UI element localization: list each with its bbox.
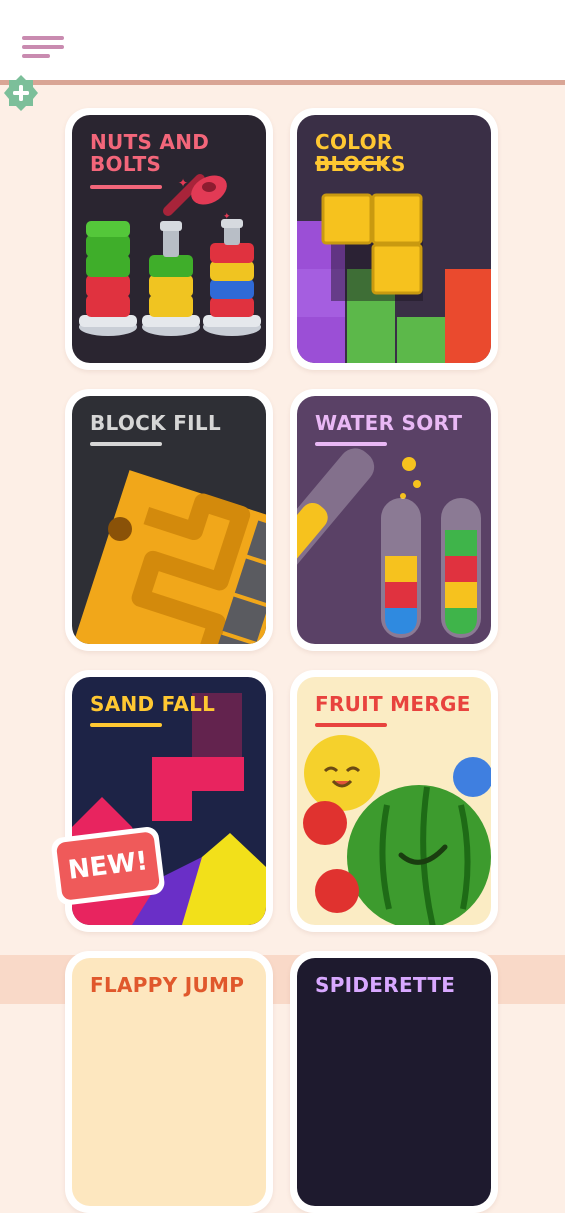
game-card-nuts-and-bolts[interactable]: ✦ ✦ NUTS AND BOLTS — [65, 108, 273, 370]
new-badge: NEW! — [50, 825, 166, 907]
card-artwork: ✦ ✦ NUTS AND BOLTS — [72, 115, 266, 363]
card-artwork: BLOCK FILL — [72, 396, 266, 644]
card-artwork: FLAPPY JUMP — [72, 958, 266, 1206]
card-title: BLOCK FILL — [90, 411, 222, 435]
card-artwork: SPIDERETTE — [297, 958, 491, 1206]
title-underline — [90, 723, 162, 727]
plus-badge-icon[interactable] — [2, 74, 40, 112]
card-title: NUTS AND BOLTS — [90, 130, 210, 176]
card-title: SPIDERETTE — [315, 973, 456, 997]
title-underline — [90, 442, 162, 446]
game-card-block-fill[interactable]: BLOCK FILL — [65, 389, 273, 651]
new-badge-label: NEW! — [66, 846, 150, 886]
card-title: SAND FALL — [90, 692, 216, 716]
card-title: COLOR BLOCKS — [315, 130, 405, 175]
card-artwork: WATER SORT — [297, 396, 491, 644]
card-title: WATER SORT — [315, 411, 463, 435]
title-underline — [315, 161, 387, 165]
game-card-flappy-jump[interactable]: FLAPPY JUMP — [65, 951, 273, 1213]
game-card-color-blocks[interactable]: COLOR BLOCKS — [290, 108, 498, 370]
top-bar — [0, 0, 565, 80]
svg-text:✦: ✦ — [178, 176, 188, 190]
card-artwork: COLOR BLOCKS — [297, 115, 491, 363]
card-title: FLAPPY JUMP — [90, 973, 245, 997]
game-card-water-sort[interactable]: WATER SORT — [290, 389, 498, 651]
top-bar-divider — [0, 80, 565, 85]
card-title: FRUIT MERGE — [315, 692, 471, 716]
game-card-fruit-merge[interactable]: FRUIT MERGE — [290, 670, 498, 932]
title-underline — [315, 442, 387, 446]
title-underline — [315, 723, 387, 727]
hamburger-menu-icon[interactable] — [22, 36, 66, 60]
game-card-spiderette[interactable]: SPIDERETTE — [290, 951, 498, 1213]
title-underline — [90, 185, 162, 189]
card-artwork: FRUIT MERGE — [297, 677, 491, 925]
